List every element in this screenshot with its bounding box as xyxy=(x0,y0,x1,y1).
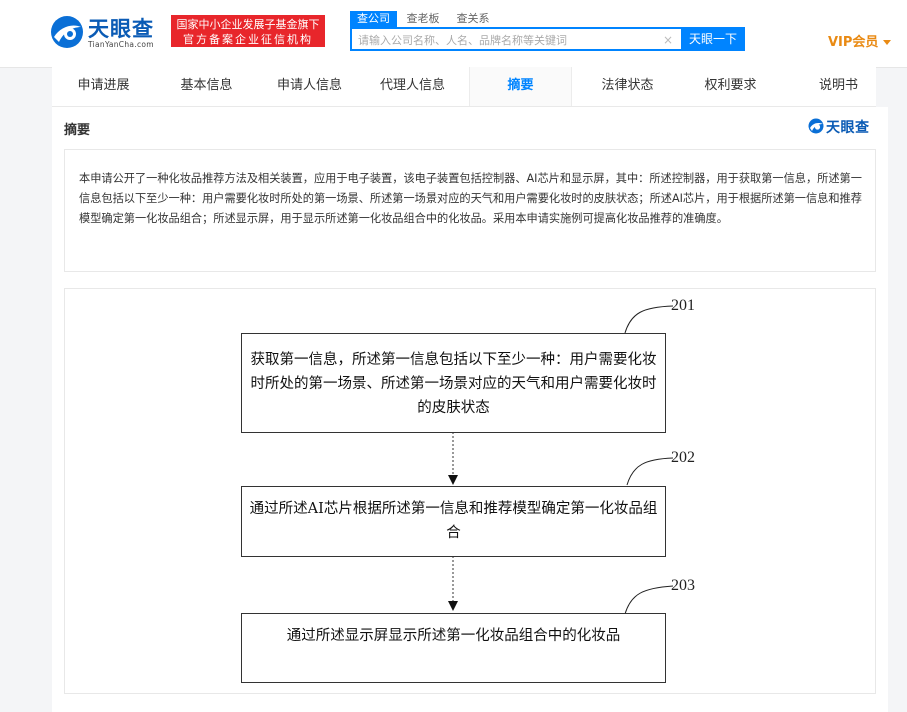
flow-step-203: 通过所述显示屏显示所述第一化妆品组合中的化妆品 xyxy=(241,613,666,683)
abstract-box: 本申请公开了一种化妆品推荐方法及相关装置，应用于电子装置，该电子装置包括控制器、… xyxy=(64,149,876,272)
patent-tabs: 申请进展 基本信息 申请人信息 代理人信息 摘要 法律状态 权利要求 说明书 xyxy=(52,67,876,107)
official-badge: 国家中小企业发展子基金旗下 官方备案企业征信机构 xyxy=(171,15,325,47)
flow-step-ref-202: 202 xyxy=(671,449,695,466)
flow-step-202: 通过所述AI芯片根据所述第一信息和推荐模型确定第一化妆品组合 xyxy=(241,486,666,557)
search-input[interactable] xyxy=(358,31,658,49)
flow-step-text: 获取第一信息，所述第一信息包括以下至少一种：用户需要化妆时所处的第一场景、所述第… xyxy=(250,352,657,416)
vip-menu[interactable]: VIP会员 xyxy=(828,31,892,50)
flow-step-text: 通过所述显示屏显示所述第一化妆品组合中的化妆品 xyxy=(286,628,621,644)
top-header: 天眼查 TianYanCha.com 国家中小企业发展子基金旗下 官方备案企业征… xyxy=(0,0,907,68)
tab-applicant-info[interactable]: 申请人信息 xyxy=(258,67,361,106)
flow-step-ref-203: 203 xyxy=(671,577,695,594)
search-button[interactable]: 天眼一下 xyxy=(681,27,745,51)
search-tab-boss[interactable]: 查老板 xyxy=(401,11,445,27)
tab-agent-info[interactable]: 代理人信息 xyxy=(361,67,464,106)
tab-claims[interactable]: 权利要求 xyxy=(679,67,782,106)
site-logo[interactable]: 天眼查 TianYanCha.com xyxy=(50,13,162,53)
clear-icon[interactable]: × xyxy=(663,32,673,48)
tab-legal-status[interactable]: 法律状态 xyxy=(576,67,679,106)
badge-line-2: 官方备案企业征信机构 xyxy=(183,33,313,46)
tianyancha-logo-icon xyxy=(808,118,824,134)
tab-abstract[interactable]: 摘要 xyxy=(469,67,572,106)
tab-basic-info[interactable]: 基本信息 xyxy=(155,67,258,106)
search-tab-relation[interactable]: 查关系 xyxy=(451,11,495,27)
flow-step-201: 获取第一信息，所述第一信息包括以下至少一种：用户需要化妆时所处的第一场景、所述第… xyxy=(241,333,666,433)
section-title: 摘要 xyxy=(64,123,91,138)
caret-down-icon xyxy=(883,40,892,45)
abstract-text: 本申请公开了一种化妆品推荐方法及相关装置，应用于电子装置，该电子装置包括控制器、… xyxy=(79,172,862,225)
logo-domain: TianYanCha.com xyxy=(88,40,154,49)
flow-step-text: 通过所述AI芯片根据所述第一信息和推荐模型确定第一化妆品组合 xyxy=(249,501,658,541)
flow-step-ref-201: 201 xyxy=(671,297,695,314)
tab-description[interactable]: 说明书 xyxy=(787,67,890,106)
brand-name: 天眼查 xyxy=(826,120,870,136)
abstract-figure: 获取第一信息，所述第一信息包括以下至少一种：用户需要化妆时所处的第一场景、所述第… xyxy=(64,288,876,694)
vip-label: VIP会员 xyxy=(828,35,879,50)
logo-name: 天眼查 xyxy=(88,17,154,41)
tab-application-progress[interactable]: 申请进展 xyxy=(52,67,155,106)
brand-watermark: 天眼查 xyxy=(808,117,878,137)
search-tab-company[interactable]: 查公司 xyxy=(350,11,397,27)
tianyancha-logo-icon xyxy=(51,16,83,48)
search-box: × xyxy=(350,27,681,51)
abstract-panel: 摘要 天眼查 本申请公开了一种化妆品推荐方法及相关装置，应用于电子装置，该电子装… xyxy=(52,107,888,712)
badge-line-1: 国家中小企业发展子基金旗下 xyxy=(176,18,320,31)
